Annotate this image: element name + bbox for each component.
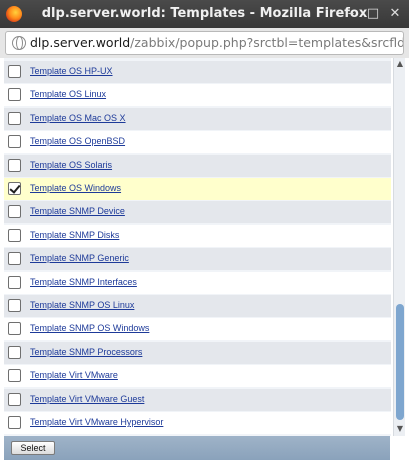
template-link[interactable]: Template SNMP Disks — [30, 230, 119, 240]
template-link[interactable]: Template OS OpenBSD — [30, 136, 125, 146]
template-row[interactable]: Template SNMP OS Linux — [4, 295, 391, 317]
template-checkbox[interactable] — [8, 88, 21, 102]
template-link[interactable]: Template SNMP Generic — [30, 253, 129, 263]
scroll-up-arrow-icon[interactable]: ▲ — [395, 59, 405, 69]
template-row[interactable]: Template OS Windows — [4, 178, 391, 200]
template-row[interactable]: Template OS OpenBSD — [4, 131, 391, 154]
template-checkbox[interactable] — [8, 345, 21, 359]
template-link[interactable]: Template SNMP Device — [30, 206, 125, 216]
template-checkbox[interactable] — [8, 158, 21, 172]
template-checkbox[interactable] — [8, 205, 21, 219]
minimize-button[interactable]: – — [341, 4, 361, 24]
template-checkbox[interactable] — [8, 111, 21, 125]
template-row[interactable]: Template OS Mac OS X — [4, 107, 391, 130]
popup-content: Template OS HP-UX Template OS Linux Templa… — [0, 58, 409, 466]
scroll-down-arrow-icon[interactable]: ▼ — [395, 424, 405, 434]
close-button[interactable]: ✕ — [385, 4, 405, 24]
template-link[interactable]: Template OS HP-UX — [30, 66, 113, 76]
navigation-bar: dlp.server.world/zabbix/popup.php?srctbl… — [0, 28, 409, 58]
template-link[interactable]: Template OS Windows — [30, 183, 121, 193]
globe-icon — [12, 36, 26, 50]
template-checkbox[interactable] — [8, 322, 21, 336]
form-footer: Select — [4, 436, 390, 460]
maximize-button[interactable]: □ — [363, 4, 383, 24]
scrollbar-thumb[interactable] — [396, 304, 404, 420]
template-list: Template OS HP-UX Template OS Linux Templa… — [4, 58, 391, 436]
select-button[interactable]: Select — [11, 441, 55, 455]
template-link[interactable]: Template SNMP Processors — [30, 347, 142, 357]
template-checkbox[interactable] — [8, 369, 21, 383]
template-link[interactable]: Template OS Solaris — [30, 160, 112, 170]
template-row[interactable]: Template SNMP Processors — [4, 341, 391, 364]
url-path: /zabbix/popup.php?srctbl=templates&srcfl… — [130, 35, 403, 50]
template-link[interactable]: Template OS Linux — [30, 89, 106, 99]
url-domain: dlp.server.world — [30, 35, 131, 50]
template-link[interactable]: Template SNMP OS Windows — [30, 323, 149, 333]
template-checkbox[interactable] — [8, 392, 21, 406]
template-row[interactable]: Template SNMP Device — [4, 201, 391, 224]
template-checkbox[interactable] — [8, 416, 21, 429]
template-link[interactable]: Template Virt VMware — [30, 370, 118, 380]
template-checkbox[interactable] — [8, 228, 21, 242]
template-checkbox[interactable] — [8, 299, 21, 312]
template-link[interactable]: Template Virt VMware Guest — [30, 394, 144, 404]
template-row[interactable]: Template OS Linux — [4, 84, 391, 107]
url-bar[interactable]: dlp.server.world/zabbix/popup.php?srctbl… — [5, 31, 404, 55]
template-checkbox[interactable] — [8, 275, 21, 289]
template-checkbox[interactable] — [8, 65, 21, 78]
template-row[interactable]: Template Virt VMware — [4, 365, 391, 388]
template-row[interactable]: Template Virt VMware Hypervisor — [4, 412, 391, 434]
template-checkbox[interactable] — [8, 135, 21, 149]
template-link[interactable]: Template OS Mac OS X — [30, 113, 126, 123]
template-row[interactable]: Template SNMP Disks — [4, 224, 391, 247]
template-link[interactable]: Template SNMP OS Linux — [30, 300, 134, 310]
template-checkbox[interactable] — [8, 182, 21, 195]
template-link[interactable]: Template SNMP Interfaces — [30, 277, 137, 287]
template-row[interactable]: Template OS HP-UX — [4, 61, 391, 83]
window-title-bar[interactable]: dlp.server.world: Templates - Mozilla Fi… — [0, 0, 409, 28]
template-row[interactable]: Template Virt VMware Guest — [4, 388, 391, 411]
vertical-scrollbar[interactable]: ▲ ▼ — [393, 58, 405, 436]
template-link[interactable]: Template Virt VMware Hypervisor — [30, 417, 163, 427]
template-row[interactable]: Template SNMP Interfaces — [4, 271, 391, 294]
template-checkbox[interactable] — [8, 252, 21, 266]
template-row[interactable]: Template SNMP OS Windows — [4, 318, 391, 341]
template-row[interactable]: Template SNMP Generic — [4, 248, 391, 271]
template-row[interactable]: Template OS Solaris — [4, 154, 391, 177]
